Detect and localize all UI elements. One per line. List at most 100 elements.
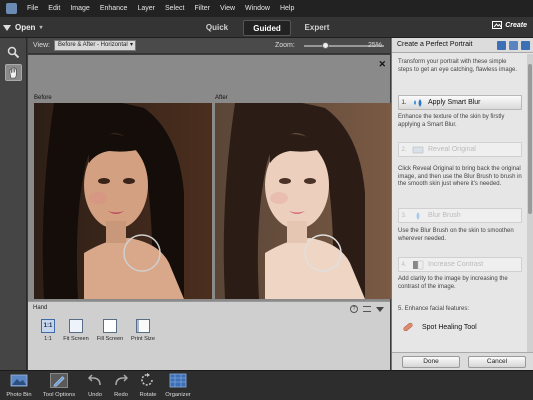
before-photo [34, 103, 212, 299]
menu-help[interactable]: Help [275, 0, 299, 17]
after-photo [215, 103, 393, 299]
view-select-value: Before & After - Horizontal [58, 42, 128, 48]
photo-bin-label: Photo Bin [6, 392, 32, 398]
view-options-bar: View: Before & After - Horizontal ▾ Zoom… [28, 38, 390, 54]
step-apply-smart-blur-button[interactable]: 1. Apply Smart Blur [398, 95, 522, 110]
tab-guided[interactable]: Guided [243, 20, 291, 36]
tool-options-panel: Hand ? 1:1 1:1 Fit Screen Fill Screen Pr… [28, 301, 390, 370]
menu-select[interactable]: Select [160, 0, 189, 17]
guided-intro: Transform your portrait with these simpl… [398, 59, 518, 73]
chevron-down-icon: ▾ [129, 42, 133, 48]
step-number: 3. [401, 212, 407, 219]
open-button[interactable]: Open ▾ [3, 20, 42, 35]
open-label: Open [15, 23, 36, 32]
magnifier-icon [7, 46, 20, 59]
image-canvas: ✕ Before After [28, 55, 393, 301]
panel-scrollbar[interactable] [527, 54, 533, 352]
bottom-task-bar: Photo Bin Tool Options Undo Redo Rotate [0, 370, 533, 400]
step-number: 2. [401, 146, 407, 153]
menu-view[interactable]: View [215, 0, 240, 17]
step-description: Add clarity to the image by increasing t… [398, 276, 508, 290]
tool-options-controls: ? [350, 305, 384, 313]
open-arrow-icon [3, 25, 11, 31]
guided-panel-title: Create a Perfect Portrait [397, 41, 473, 48]
menu-bar: File Edit Image Enhance Layer Select Fil… [0, 0, 533, 17]
zoom-tool[interactable] [5, 44, 22, 61]
step-number: 4. [401, 261, 407, 268]
guided-panel: Create a Perfect Portrait Transform your… [391, 38, 533, 370]
view-label: View: [33, 42, 50, 49]
create-button[interactable]: Create [492, 21, 527, 29]
done-button[interactable]: Done [402, 356, 460, 368]
organizer-icon [169, 373, 187, 388]
step-reveal-original-button[interactable]: 2. Reveal Original [398, 142, 522, 157]
collapse-icon[interactable] [376, 306, 384, 312]
spot-healing-tool-button[interactable]: Spot Healing Tool [402, 321, 477, 333]
tool-options-title: Hand [33, 305, 48, 311]
fill-screen-icon [103, 319, 117, 333]
step-label: Reveal Original [428, 146, 476, 153]
chevron-down-icon: ▾ [39, 25, 43, 31]
water-drops-icon [414, 98, 422, 107]
guided-panel-icons [497, 41, 530, 50]
app-logo-icon [0, 0, 22, 17]
step-description: Use the Blur Brush on the skin to smooth… [398, 228, 514, 242]
spot-healing-label: Spot Healing Tool [422, 323, 477, 331]
step-blur-brush-button[interactable]: 3. Blur Brush [398, 208, 522, 223]
step-number: 1. [401, 99, 407, 106]
menu-edit[interactable]: Edit [43, 0, 65, 17]
reset-icon[interactable] [521, 41, 530, 50]
menu-enhance[interactable]: Enhance [95, 0, 133, 17]
help-icon[interactable]: ? [350, 305, 358, 313]
layers-icon [412, 146, 424, 153]
photo-bin-icon [10, 374, 28, 387]
pencil-icon [50, 373, 68, 388]
view-select[interactable]: Before & After - Horizontal ▾ [54, 40, 136, 51]
tools-panel [0, 38, 27, 370]
section-enhance-facial-features: 5. Enhance facial features: [398, 306, 470, 312]
fit-screen-icon [69, 319, 83, 333]
menu-layer[interactable]: Layer [132, 0, 160, 17]
zoom-value: 25% [367, 42, 382, 49]
bandage-icon [403, 322, 413, 332]
print-size-icon [136, 319, 150, 333]
redo-icon [115, 374, 129, 386]
guided-panel-footer: Done Cancel [392, 352, 533, 370]
guided-panel-header: Create a Perfect Portrait [392, 38, 533, 53]
menu-image[interactable]: Image [65, 0, 94, 17]
step-description: Enhance the texture of the skin by first… [398, 114, 505, 128]
menu-file[interactable]: File [22, 0, 43, 17]
zoom-slider-thumb[interactable] [322, 42, 330, 49]
mode-bar: Open ▾ Quick Guided Expert Create [0, 17, 533, 38]
hand-icon [9, 66, 17, 78]
step-description: Click Reveal Original to bring back the … [398, 166, 522, 187]
close-icon[interactable]: ✕ [378, 59, 386, 70]
organizer-label: Organizer [165, 392, 191, 398]
menu-filter[interactable]: Filter [189, 0, 215, 17]
hand-tool[interactable] [5, 64, 22, 81]
menu-window[interactable]: Window [240, 0, 275, 17]
print-size-label: Print Size [131, 336, 155, 342]
cancel-button[interactable]: Cancel [468, 356, 526, 368]
scrollbar-thumb[interactable] [528, 64, 532, 214]
tool-options-button[interactable]: Tool Options [40, 373, 78, 398]
contrast-icon [413, 260, 424, 269]
photo-bin-button[interactable]: Photo Bin [0, 373, 38, 398]
tab-expert[interactable]: Expert [295, 20, 339, 36]
print-size-option[interactable]: Print Size [123, 319, 163, 342]
tab-quick[interactable]: Quick [195, 20, 239, 36]
after-label: After [215, 95, 228, 101]
step-label: Apply Smart Blur [428, 99, 481, 106]
step-label: Increase Contrast [428, 261, 484, 268]
water-drop-icon [416, 211, 420, 220]
organizer-button[interactable]: Organizer [159, 373, 197, 398]
step-label: Blur Brush [428, 212, 461, 219]
step-increase-contrast-button[interactable]: 4. Increase Contrast [398, 257, 522, 272]
menu-lines-icon[interactable] [363, 306, 371, 312]
before-label: Before [34, 95, 52, 101]
undo-icon[interactable] [509, 41, 518, 50]
play-icon[interactable] [497, 41, 506, 50]
tool-options-label: Tool Options [42, 392, 76, 398]
create-icon [492, 21, 503, 29]
rotate-icon [141, 373, 153, 386]
